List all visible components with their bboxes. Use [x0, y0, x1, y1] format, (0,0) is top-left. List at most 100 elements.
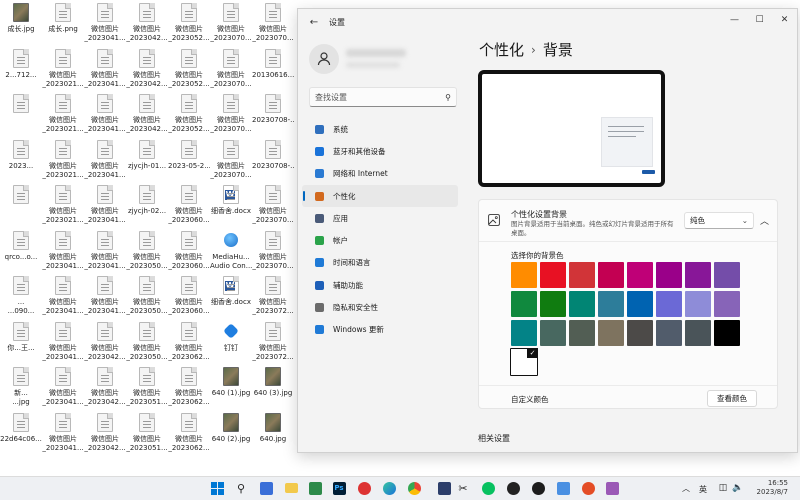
- desktop-file-icon[interactable]: 微信图片 _2023042...: [126, 91, 168, 137]
- color-swatch[interactable]: [569, 262, 595, 288]
- desktop-file-icon[interactable]: 微信图片 _2023070...: [210, 46, 252, 92]
- color-swatch[interactable]: [511, 291, 537, 317]
- desktop-file-icon[interactable]: 微信图片 _2023021...: [42, 137, 84, 183]
- desktop-file-icon[interactable]: 微信图片 _2023041...: [84, 0, 126, 46]
- color-swatch[interactable]: [714, 291, 740, 317]
- color-swatch[interactable]: [598, 291, 624, 317]
- tray-chevron-icon[interactable]: ︿: [678, 480, 694, 496]
- desktop-file-icon[interactable]: 微信图片 _2023042...: [84, 410, 126, 456]
- desktop-file-icon[interactable]: 微信图片 _2023041...: [84, 182, 126, 228]
- desktop-file-icon[interactable]: 微信图片 _2023042...: [126, 46, 168, 92]
- desktop-file-icon[interactable]: 20230708-...: [252, 91, 294, 137]
- desktop-file-icon[interactable]: 2023-05-2...: [168, 137, 210, 183]
- desktop-file-icon[interactable]: 微信图片 _2023041...: [42, 410, 84, 456]
- app-icon[interactable]: [530, 480, 546, 496]
- sidebar-item[interactable]: 网络和 Internet: [302, 163, 458, 185]
- ime-indicator[interactable]: 英: [699, 484, 707, 495]
- desktop-file-icon[interactable]: 640 (2).jpg: [210, 410, 252, 456]
- color-swatch[interactable]: [627, 262, 653, 288]
- desktop-file-icon[interactable]: qrco...o...: [0, 228, 42, 274]
- desktop-file-icon[interactable]: 微信图片 _2023041...: [84, 137, 126, 183]
- color-swatch[interactable]: [714, 320, 740, 346]
- desktop-file-icon[interactable]: ... ...090...: [0, 273, 42, 319]
- desktop-file-icon[interactable]: MediaHu... Audio Con...: [210, 228, 252, 274]
- folder-icon[interactable]: [283, 480, 299, 496]
- sidebar-item[interactable]: 蓝牙和其他设备: [302, 140, 458, 162]
- color-swatch[interactable]: [685, 262, 711, 288]
- color-swatch[interactable]: [598, 262, 624, 288]
- desktop-file-icon[interactable]: 微信图片 _2023042...: [84, 364, 126, 410]
- desktop-file-icon[interactable]: 细香舍.docx: [210, 273, 252, 319]
- desktop-file-icon[interactable]: 微信图片 _2023051...: [126, 364, 168, 410]
- sidebar-item[interactable]: 帐户: [302, 229, 458, 251]
- desktop-file-icon[interactable]: 微信图片 _2023041...: [42, 273, 84, 319]
- search-input[interactable]: [310, 92, 440, 102]
- desktop-file-icon[interactable]: 钉钉: [210, 319, 252, 365]
- desktop-file-icon[interactable]: 微信图片 _2023052...: [168, 0, 210, 46]
- sidebar-item[interactable]: 隐私和安全性: [302, 296, 458, 318]
- desktop-file-icon[interactable]: 微信图片 _2023070...: [210, 91, 252, 137]
- desktop-file-icon[interactable]: 微信图片 _2023062...: [168, 364, 210, 410]
- volume-icon[interactable]: 🔈: [730, 480, 746, 496]
- close-button[interactable]: ✕: [772, 9, 797, 31]
- desktop-file-icon[interactable]: 微信图片 _2023050...: [126, 273, 168, 319]
- color-swatch[interactable]: [714, 262, 740, 288]
- desktop-file-icon[interactable]: 微信图片 _2023062...: [168, 319, 210, 365]
- sidebar-item[interactable]: 系统: [302, 118, 458, 140]
- desktop-file-icon[interactable]: [0, 91, 42, 137]
- chrome-icon[interactable]: [406, 480, 422, 496]
- color-swatch[interactable]: [511, 262, 537, 288]
- desktop-file-icon[interactable]: 成长.jpg: [0, 0, 42, 46]
- desktop-file-icon[interactable]: 微信图片 _2023070...: [210, 137, 252, 183]
- background-type-dropdown[interactable]: 纯色 ⌄: [684, 212, 754, 229]
- color-swatch[interactable]: [569, 291, 595, 317]
- desktop-file-icon[interactable]: 微信图片 _2023042...: [126, 0, 168, 46]
- color-swatch[interactable]: [627, 291, 653, 317]
- chevron-up-icon[interactable]: ︿: [760, 214, 769, 227]
- maximize-button[interactable]: ☐: [747, 9, 772, 31]
- sidebar-item[interactable]: 辅助功能: [302, 274, 458, 296]
- desktop-file-icon[interactable]: 新... ...jpg: [0, 364, 42, 410]
- color-swatch[interactable]: [685, 291, 711, 317]
- desktop-file-icon[interactable]: 微信图片 _2023041...: [84, 228, 126, 274]
- desktop-file-icon[interactable]: zjycjh-02...: [126, 182, 168, 228]
- color-swatch[interactable]: [511, 320, 537, 346]
- search-icon[interactable]: ⚲: [440, 93, 456, 102]
- desktop-file-icon[interactable]: 微信图片 _2023072...: [252, 319, 294, 365]
- app-icon[interactable]: [356, 480, 372, 496]
- desktop-file-icon[interactable]: 微信图片 _2023041...: [84, 91, 126, 137]
- desktop-file-icon[interactable]: 微信图片 _2023050...: [126, 228, 168, 274]
- edge-icon[interactable]: [381, 480, 397, 496]
- color-swatch[interactable]: [656, 262, 682, 288]
- desktop-file-icon[interactable]: 微信图片 _2023060...: [168, 228, 210, 274]
- desktop-file-icon[interactable]: 成长.png: [42, 0, 84, 46]
- color-swatch[interactable]: [598, 320, 624, 346]
- desktop-file-icon[interactable]: 微信图片 _2023052...: [168, 46, 210, 92]
- color-swatch[interactable]: [569, 320, 595, 346]
- color-swatch[interactable]: [540, 262, 566, 288]
- minimize-button[interactable]: —: [722, 9, 747, 31]
- monitor-icon[interactable]: [436, 480, 452, 496]
- desktop-file-icon[interactable]: zjycjh-01...: [126, 137, 168, 183]
- color-swatch[interactable]: [685, 320, 711, 346]
- desktop-file-icon[interactable]: 微信图片 _2023041...: [84, 46, 126, 92]
- sidebar-item[interactable]: Windows 更新: [302, 319, 458, 341]
- desktop-file-icon[interactable]: 微信图片 _2023041...: [42, 319, 84, 365]
- start-icon[interactable]: [209, 480, 225, 496]
- wechat-icon[interactable]: [480, 480, 496, 496]
- color-swatch[interactable]: [540, 320, 566, 346]
- desktop-file-icon[interactable]: 你...王...: [0, 319, 42, 365]
- desktop-file-icon[interactable]: 细香舍.docx: [210, 182, 252, 228]
- desktop-file-icon[interactable]: 20230708-...: [252, 137, 294, 183]
- desktop-file-icon[interactable]: 微信图片 _2023052...: [168, 91, 210, 137]
- desktop-file-icon[interactable]: 微信图片 _2023072...: [252, 273, 294, 319]
- photoshop-icon[interactable]: Ps: [331, 480, 347, 496]
- taskbar-clock[interactable]: 16:55 2023/8/7: [748, 479, 788, 497]
- app-icon[interactable]: [555, 480, 571, 496]
- desktop-file-icon[interactable]: 20130616...: [252, 46, 294, 92]
- desktop-file-icon[interactable]: 微信图片 _2023060...: [168, 273, 210, 319]
- color-swatch-selected[interactable]: [510, 348, 538, 376]
- background-panel-header[interactable]: 个性化设置背景 图片背景适用于当前桌面。纯色或幻灯片背景适用于所有桌面。 纯色 …: [479, 200, 777, 242]
- desktop-file-icon[interactable]: 微信图片 _2023021...: [42, 91, 84, 137]
- desktop-file-icon[interactable]: 微信图片 _2023021...: [42, 182, 84, 228]
